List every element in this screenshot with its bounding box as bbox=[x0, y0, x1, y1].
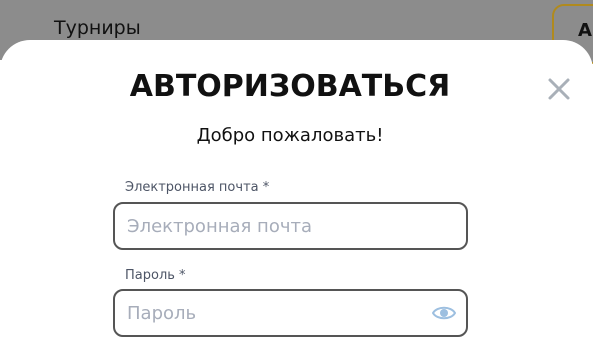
header-action-label: А bbox=[578, 20, 592, 41]
page: ы Турниры А АВТОРИЗОВАТЬСЯ Добро пожалов… bbox=[0, 0, 593, 344]
password-label: Пароль * bbox=[125, 268, 186, 283]
email-field[interactable] bbox=[127, 215, 417, 237]
nav-item-tournaments[interactable]: Турниры bbox=[54, 17, 141, 39]
close-button[interactable] bbox=[544, 74, 574, 104]
email-field-box[interactable] bbox=[113, 202, 468, 250]
welcome-text: Добро пожаловать! bbox=[196, 125, 384, 146]
password-field[interactable] bbox=[127, 302, 417, 324]
password-field-box[interactable] bbox=[113, 289, 468, 337]
modal-title: АВТОРИЗОВАТЬСЯ bbox=[129, 69, 451, 104]
email-label: Электронная почта * bbox=[125, 180, 270, 195]
nav-item-prev[interactable]: ы bbox=[0, 17, 1, 39]
login-modal: АВТОРИЗОВАТЬСЯ Добро пожаловать! Электро… bbox=[0, 40, 593, 344]
eye-icon[interactable] bbox=[432, 304, 456, 322]
close-icon bbox=[548, 78, 570, 100]
